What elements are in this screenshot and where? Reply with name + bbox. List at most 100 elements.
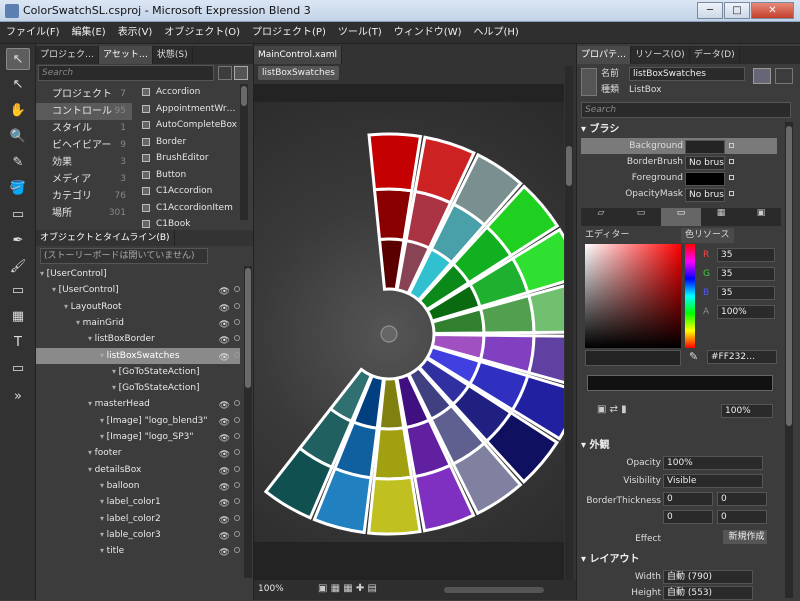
properties-scrollbar[interactable] bbox=[785, 122, 793, 598]
category-item[interactable]: 場所 301 bbox=[36, 205, 132, 222]
close-button[interactable]: ✕ bbox=[751, 2, 794, 19]
layout-section-header[interactable]: ▾ レイアウト bbox=[581, 552, 781, 568]
horizontal-scrollbar[interactable] bbox=[444, 587, 544, 593]
lock-dot-icon[interactable] bbox=[234, 433, 240, 439]
lock-dot-icon[interactable] bbox=[234, 498, 240, 505]
menu-tools[interactable]: ツール(T) bbox=[332, 22, 388, 43]
document-scrollbar[interactable] bbox=[565, 66, 573, 580]
channel-field[interactable]: 35 bbox=[717, 248, 775, 262]
objects-scrollbar[interactable] bbox=[244, 266, 252, 578]
tab-project[interactable]: プロジェク… bbox=[36, 46, 100, 64]
border-right-field[interactable]: 0 bbox=[663, 510, 713, 524]
asset-item[interactable]: C1AccordionItem bbox=[140, 200, 240, 216]
tab-resources[interactable]: リソース(O) bbox=[631, 46, 690, 64]
lock-dot-icon[interactable] bbox=[234, 449, 240, 456]
tree-item[interactable]: ▾ [Image] "logo_SP3" 👁 bbox=[36, 429, 240, 445]
properties-search-input[interactable]: Search bbox=[581, 102, 791, 118]
asset-item[interactable]: AppointmentWr… bbox=[140, 101, 240, 117]
tab-maincontrol[interactable]: MainControl.xaml bbox=[254, 46, 342, 64]
lock-dot-icon[interactable] bbox=[234, 514, 240, 521]
gradient-brush-icon[interactable]: ▭ bbox=[661, 208, 701, 226]
tree-item[interactable]: ▾ balloon 👁 bbox=[36, 478, 240, 494]
tab-assets[interactable]: アセット… bbox=[99, 46, 153, 64]
advanced-options-icon[interactable] bbox=[729, 159, 734, 164]
view-toggles-icon[interactable]: ▣ ▦ ▦ ✚ ▤ bbox=[318, 583, 377, 594]
list-view-icon[interactable] bbox=[218, 66, 232, 80]
brush-value[interactable] bbox=[685, 140, 725, 154]
brush-icon[interactable]: 🖌 bbox=[6, 256, 30, 278]
zoom-level[interactable]: 100% bbox=[258, 584, 284, 594]
hue-slider[interactable] bbox=[685, 244, 695, 348]
appearance-section-header[interactable]: ▾ 外観 bbox=[581, 438, 781, 454]
border-top-field[interactable]: 0 bbox=[717, 492, 767, 506]
lock-dot-icon[interactable] bbox=[234, 530, 240, 537]
menu-view[interactable]: 表示(V) bbox=[112, 22, 159, 43]
paint-bucket-icon[interactable]: 🪣 bbox=[6, 178, 30, 200]
category-item[interactable]: コントロール 95 bbox=[36, 103, 132, 120]
category-item[interactable]: スタイル 1 bbox=[36, 120, 132, 137]
tree-item[interactable]: ▾ [GoToStateAction] bbox=[36, 364, 240, 380]
advanced-options-icon[interactable] bbox=[729, 143, 734, 148]
menu-edit[interactable]: 編集(E) bbox=[66, 22, 112, 43]
tree-item[interactable]: ▾ detailsBox 👁 bbox=[36, 462, 240, 478]
name-field[interactable]: listBoxSwatches bbox=[629, 67, 745, 81]
asset-item[interactable]: Border bbox=[140, 134, 240, 150]
tree-item[interactable]: ▾ footer 👁 bbox=[36, 445, 240, 461]
asset-item[interactable]: Accordion bbox=[140, 84, 240, 100]
asset-item[interactable]: C1Accordion bbox=[140, 183, 240, 199]
rectangle-icon[interactable]: ▭ bbox=[6, 280, 30, 302]
no-brush-icon[interactable]: ▱ bbox=[581, 208, 621, 226]
tree-item[interactable]: ▾ mainGrid 👁 bbox=[36, 315, 240, 331]
tab-states[interactable]: 状態(S) bbox=[153, 46, 193, 64]
lock-dot-icon[interactable] bbox=[234, 547, 240, 554]
grid-view-icon[interactable] bbox=[234, 66, 248, 80]
resource-brush-icon[interactable]: ▣ bbox=[741, 208, 781, 226]
gradient-stop-icons[interactable]: ▣ ⇄ ▮ bbox=[597, 404, 627, 415]
advanced-options-icon[interactable] bbox=[729, 191, 734, 196]
tree-item[interactable]: ▾ label_color2 👁 bbox=[36, 511, 240, 527]
gradient-icon[interactable]: ▭ bbox=[6, 204, 30, 226]
channel-field[interactable]: 100% bbox=[717, 305, 775, 319]
color-resource-tab[interactable]: 色リソース bbox=[681, 228, 734, 243]
category-item[interactable]: プロジェクト 7 bbox=[36, 86, 132, 103]
pen-icon[interactable]: ✒ bbox=[6, 230, 30, 252]
tile-brush-icon[interactable]: ▦ bbox=[701, 208, 741, 226]
menu-file[interactable]: ファイル(F) bbox=[0, 22, 66, 43]
width-field[interactable]: 自動 (790) bbox=[663, 570, 753, 584]
color-picker-field[interactable] bbox=[585, 244, 681, 348]
eyedropper-icon[interactable]: ✎ bbox=[6, 152, 30, 174]
menu-object[interactable]: オブジェクト(O) bbox=[158, 22, 246, 43]
assets-scrollbar[interactable] bbox=[240, 84, 248, 220]
gradient-offset-field[interactable]: 100% bbox=[721, 404, 773, 418]
solid-brush-icon[interactable]: ▭ bbox=[621, 208, 661, 226]
tab-data[interactable]: データ(D) bbox=[690, 46, 740, 64]
tree-item[interactable]: ▾ [GoToStateAction] bbox=[36, 380, 240, 396]
visibility-dropdown[interactable]: Visible bbox=[663, 474, 763, 488]
tree-item[interactable]: ▾ LayoutRoot 👁 bbox=[36, 299, 240, 315]
height-field[interactable]: 自動 (553) bbox=[663, 586, 753, 600]
design-surface[interactable] bbox=[254, 84, 564, 584]
properties-icon[interactable] bbox=[775, 68, 793, 84]
lock-dot-icon[interactable] bbox=[234, 302, 240, 309]
menu-project[interactable]: プロジェクト(P) bbox=[246, 22, 332, 43]
asset-item[interactable]: BrushEditor bbox=[140, 150, 240, 166]
storyboard-picker[interactable]: (ストーリーボードは開いていません) bbox=[40, 248, 208, 264]
menu-help[interactable]: ヘルプ(H) bbox=[468, 22, 525, 43]
tree-item[interactable]: ▾ [UserControl] bbox=[36, 266, 240, 282]
events-icon[interactable] bbox=[753, 68, 771, 84]
tree-item[interactable]: ▾ lable_color3 👁 bbox=[36, 527, 240, 543]
channel-field[interactable]: 35 bbox=[717, 267, 775, 281]
expand-icon[interactable]: » bbox=[6, 386, 30, 408]
lock-dot-icon[interactable] bbox=[234, 416, 240, 423]
tree-item[interactable]: ▾ listBoxSwatches 👁 bbox=[36, 347, 240, 364]
tree-item[interactable]: ▾ [UserControl] 👁 bbox=[36, 282, 240, 298]
eyedropper-icon[interactable]: ✎ bbox=[689, 350, 698, 363]
asset-item[interactable]: AutoCompleteBox bbox=[140, 117, 240, 133]
lock-dot-icon[interactable] bbox=[234, 351, 240, 358]
tree-item[interactable]: ▾ label_color1 👁 bbox=[36, 494, 240, 510]
hex-field[interactable]: #FF232… bbox=[707, 350, 777, 364]
editor-tab[interactable]: エディター bbox=[585, 228, 629, 243]
tab-properties[interactable]: プロパテ… bbox=[577, 46, 632, 64]
grid-icon[interactable]: ▦ bbox=[6, 306, 30, 328]
category-item[interactable]: メディア 3 bbox=[36, 171, 132, 188]
